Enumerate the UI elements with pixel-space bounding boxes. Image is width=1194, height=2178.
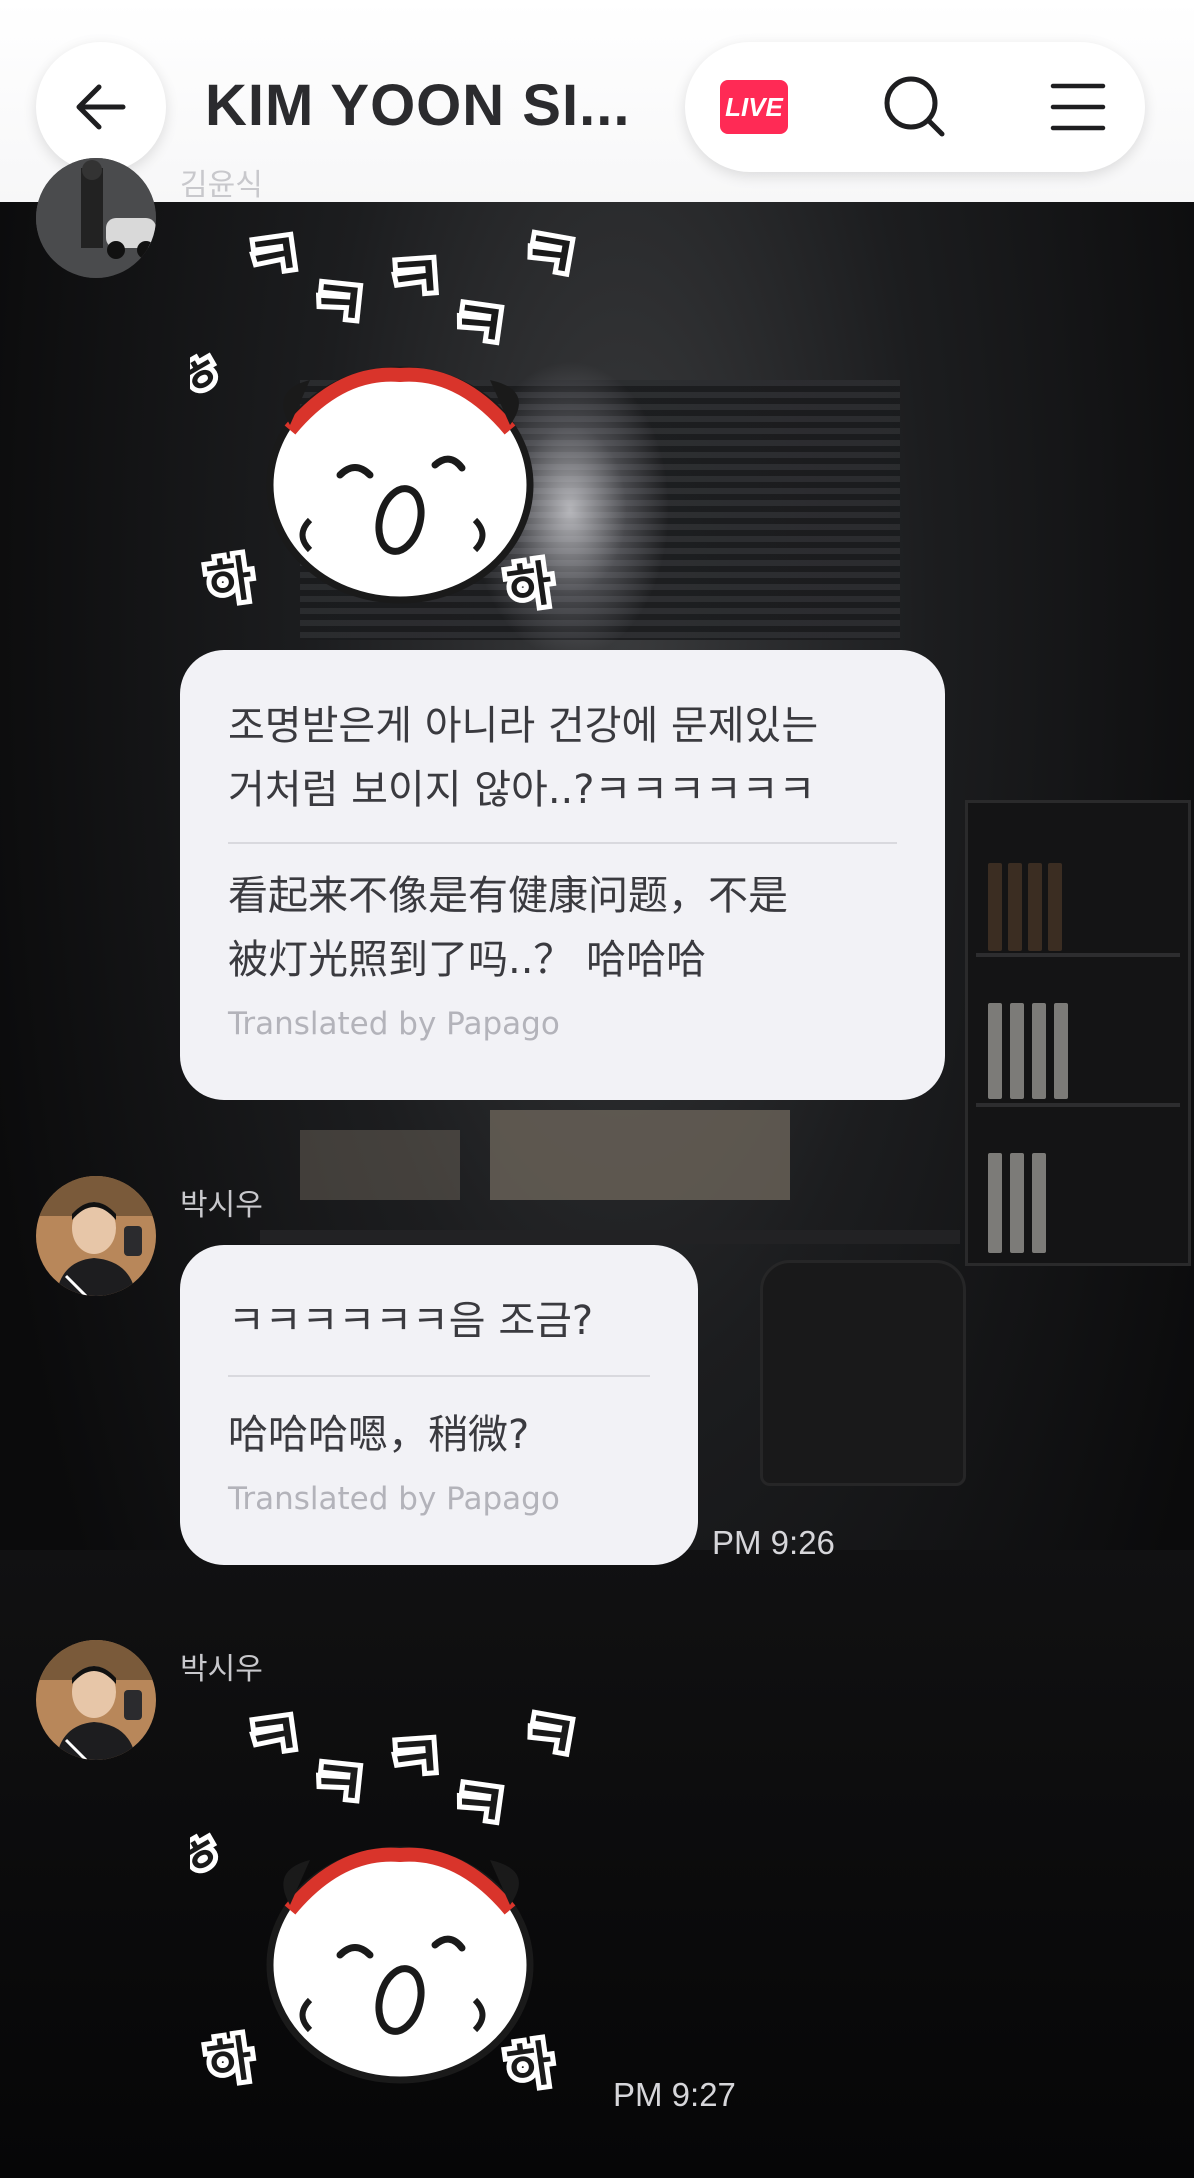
svg-text:ㅋ: ㅋ: [518, 220, 582, 293]
message-bubble[interactable]: ㅋㅋㅋㅋㅋㅋ음 조금? 哈哈哈嗯，稍微? Translated by Papag…: [180, 1245, 698, 1565]
message-bubble[interactable]: 조명받은게 아니라 건강에 문제있는 거처럼 보이지 않아..?ㅋㅋㅋㅋㅋㅋ 看…: [180, 650, 945, 1100]
search-icon: [884, 76, 945, 137]
avatar-park[interactable]: [36, 1640, 156, 1760]
sender-name: 박시우: [180, 1188, 263, 1223]
svg-text:ㅋ: ㅋ: [386, 1722, 444, 1794]
svg-text:ㅋ: ㅋ: [242, 220, 304, 294]
svg-text:ㅋ: ㅋ: [386, 242, 444, 314]
header-actions: LIVE: [685, 42, 1145, 172]
svg-text:ㅎ: ㅎ: [190, 342, 232, 410]
live-button[interactable]: LIVE: [720, 80, 788, 134]
original-text-line: 조명받은게 아니라 건강에 문제있는: [228, 703, 819, 749]
avatar-image: [36, 1640, 156, 1760]
channel-title: KIM YOON SI...: [205, 73, 631, 138]
avatar-image: [36, 1176, 156, 1296]
svg-text:ㅋ: ㅋ: [518, 1700, 582, 1773]
translation-divider: [228, 1375, 650, 1377]
svg-text:ㅋ: ㅋ: [448, 1767, 510, 1842]
original-text-line: 거처럼 보이지 않아..?ㅋㅋㅋㅋㅋㅋ: [228, 767, 816, 813]
message-timestamp: PM 9:27: [613, 2076, 736, 2113]
translation-divider: [228, 842, 897, 844]
svg-text:하: 하: [504, 555, 556, 617]
avatar-image: [36, 158, 156, 278]
translated-text-line: 被灯光照到了吗..？ 哈哈哈: [228, 937, 707, 983]
sender-name: 박시우: [180, 1652, 263, 1687]
svg-text:ㅋ: ㅋ: [309, 1746, 369, 1819]
menu-icon: [1050, 83, 1106, 131]
svg-text:ㅎ: ㅎ: [190, 1822, 232, 1890]
avatar-park[interactable]: [36, 1176, 156, 1296]
svg-text:하: 하: [504, 2035, 556, 2097]
svg-text:ㅋ: ㅋ: [309, 266, 369, 339]
sender-name: 김윤식: [180, 168, 263, 203]
translation-credit: Translated by Papago: [228, 1006, 560, 1042]
original-text: ㅋㅋㅋㅋㅋㅋ음 조금?: [228, 1298, 594, 1344]
laughing-character-icon: ㅋ ㅋ ㅋ ㅋ ㅋ ㅎ 하 하: [164, 1692, 587, 2102]
svg-text:ㅋ: ㅋ: [242, 1700, 304, 1774]
menu-button[interactable]: [1045, 74, 1111, 140]
laughing-sticker[interactable]: ㅋ ㅋ ㅋ ㅋ ㅋ ㅎ 하 하: [164, 1692, 610, 2102]
back-arrow-icon: [76, 84, 126, 130]
message-timestamp: PM 9:26: [712, 1524, 835, 1561]
background-chair: [760, 1260, 966, 1486]
svg-text:하: 하: [204, 2030, 256, 2092]
background-desk: [260, 1230, 960, 1244]
translated-text-line: 看起来不像是有健康问题，不是: [228, 873, 788, 919]
background-bookshelf: [965, 800, 1191, 1266]
laughing-sticker[interactable]: ㅋ ㅋ ㅋ ㅋ ㅋ ㅎ 하 하: [164, 212, 610, 622]
search-button[interactable]: [880, 72, 950, 142]
svg-text:ㅋ: ㅋ: [448, 287, 510, 362]
svg-text:하: 하: [204, 550, 256, 612]
avatar-kim[interactable]: [36, 158, 156, 278]
back-button[interactable]: [36, 42, 166, 172]
translated-text: 哈哈哈嗯，稍微?: [228, 1412, 530, 1458]
translation-credit: Translated by Papago: [228, 1481, 560, 1517]
laughing-character-icon: ㅋ ㅋ ㅋ ㅋ ㅋ ㅎ 하 하: [164, 212, 587, 622]
